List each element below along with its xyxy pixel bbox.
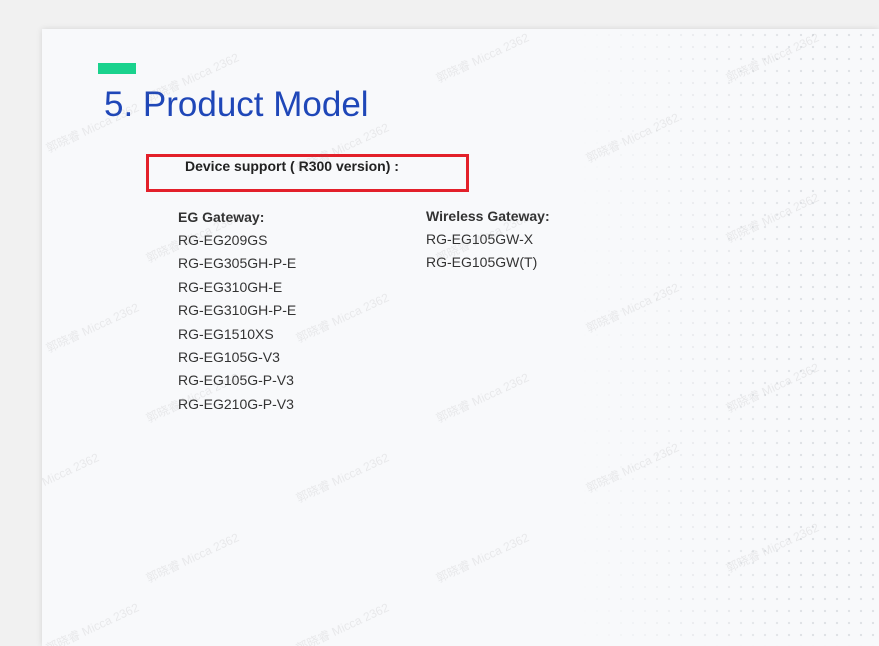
list-item: RG-EG105GW-X xyxy=(426,231,534,247)
watermark: 郭晓睿 Micca 2362 xyxy=(293,290,392,346)
title-accent-bar xyxy=(98,63,136,74)
watermark: 郭晓睿 Micca 2362 xyxy=(433,530,532,586)
wireless-gateway-label: Wireless Gateway: xyxy=(426,208,550,224)
watermark: 郭晓睿 Micca 2362 xyxy=(433,30,532,86)
slide: 5. Product Model Device support ( R300 v… xyxy=(42,29,879,646)
list-item: RG-EG305GH-P-E xyxy=(178,255,297,272)
watermark: 郭晓睿 Micca 2362 xyxy=(293,600,392,646)
watermark: 郭晓睿 Micca 2362 xyxy=(42,450,102,505)
list-item: RG-EG1510XS xyxy=(178,325,274,342)
list-item: RG-EG210G-P-V3 xyxy=(178,395,294,412)
watermark: 郭晓睿 Micca 2362 xyxy=(43,600,142,646)
wireless-gateway-model-list: RG-EG105GW-X RG-EG105GW(T) xyxy=(426,228,550,275)
dot-pattern-background xyxy=(579,29,879,646)
wireless-gateway-column: Wireless Gateway: RG-EG105GW-X RG-EG105G… xyxy=(426,208,550,275)
list-item: RG-EG105G-P-V3 xyxy=(178,372,294,389)
device-support-heading: Device support ( R300 version) : xyxy=(185,158,399,174)
page-title: 5. Product Model xyxy=(104,85,369,124)
eg-gateway-label: EG Gateway: xyxy=(178,209,265,225)
watermark: 郭晓睿 Micca 2362 xyxy=(433,370,532,426)
eg-gateway-column: EG Gateway: RG-EG209GS RG-EG305GH-P-E RG… xyxy=(178,209,296,416)
list-item: RG-EG105G-V3 xyxy=(178,349,280,366)
list-item: RG-EG310GH-P-E xyxy=(178,302,297,319)
watermark: 郭晓睿 Micca 2362 xyxy=(143,530,242,586)
eg-gateway-model-list: RG-EG209GS RG-EG305GH-P-E RG-EG310GH-E R… xyxy=(178,229,296,416)
list-item: RG-EG105GW(T) xyxy=(426,254,538,271)
list-item: RG-EG310GH-E xyxy=(178,278,283,295)
watermark: 郭晓睿 Micca 2362 xyxy=(293,450,392,506)
list-item: RG-EG209GS xyxy=(178,232,268,248)
watermark: 郭晓睿 Micca 2362 xyxy=(43,300,142,356)
